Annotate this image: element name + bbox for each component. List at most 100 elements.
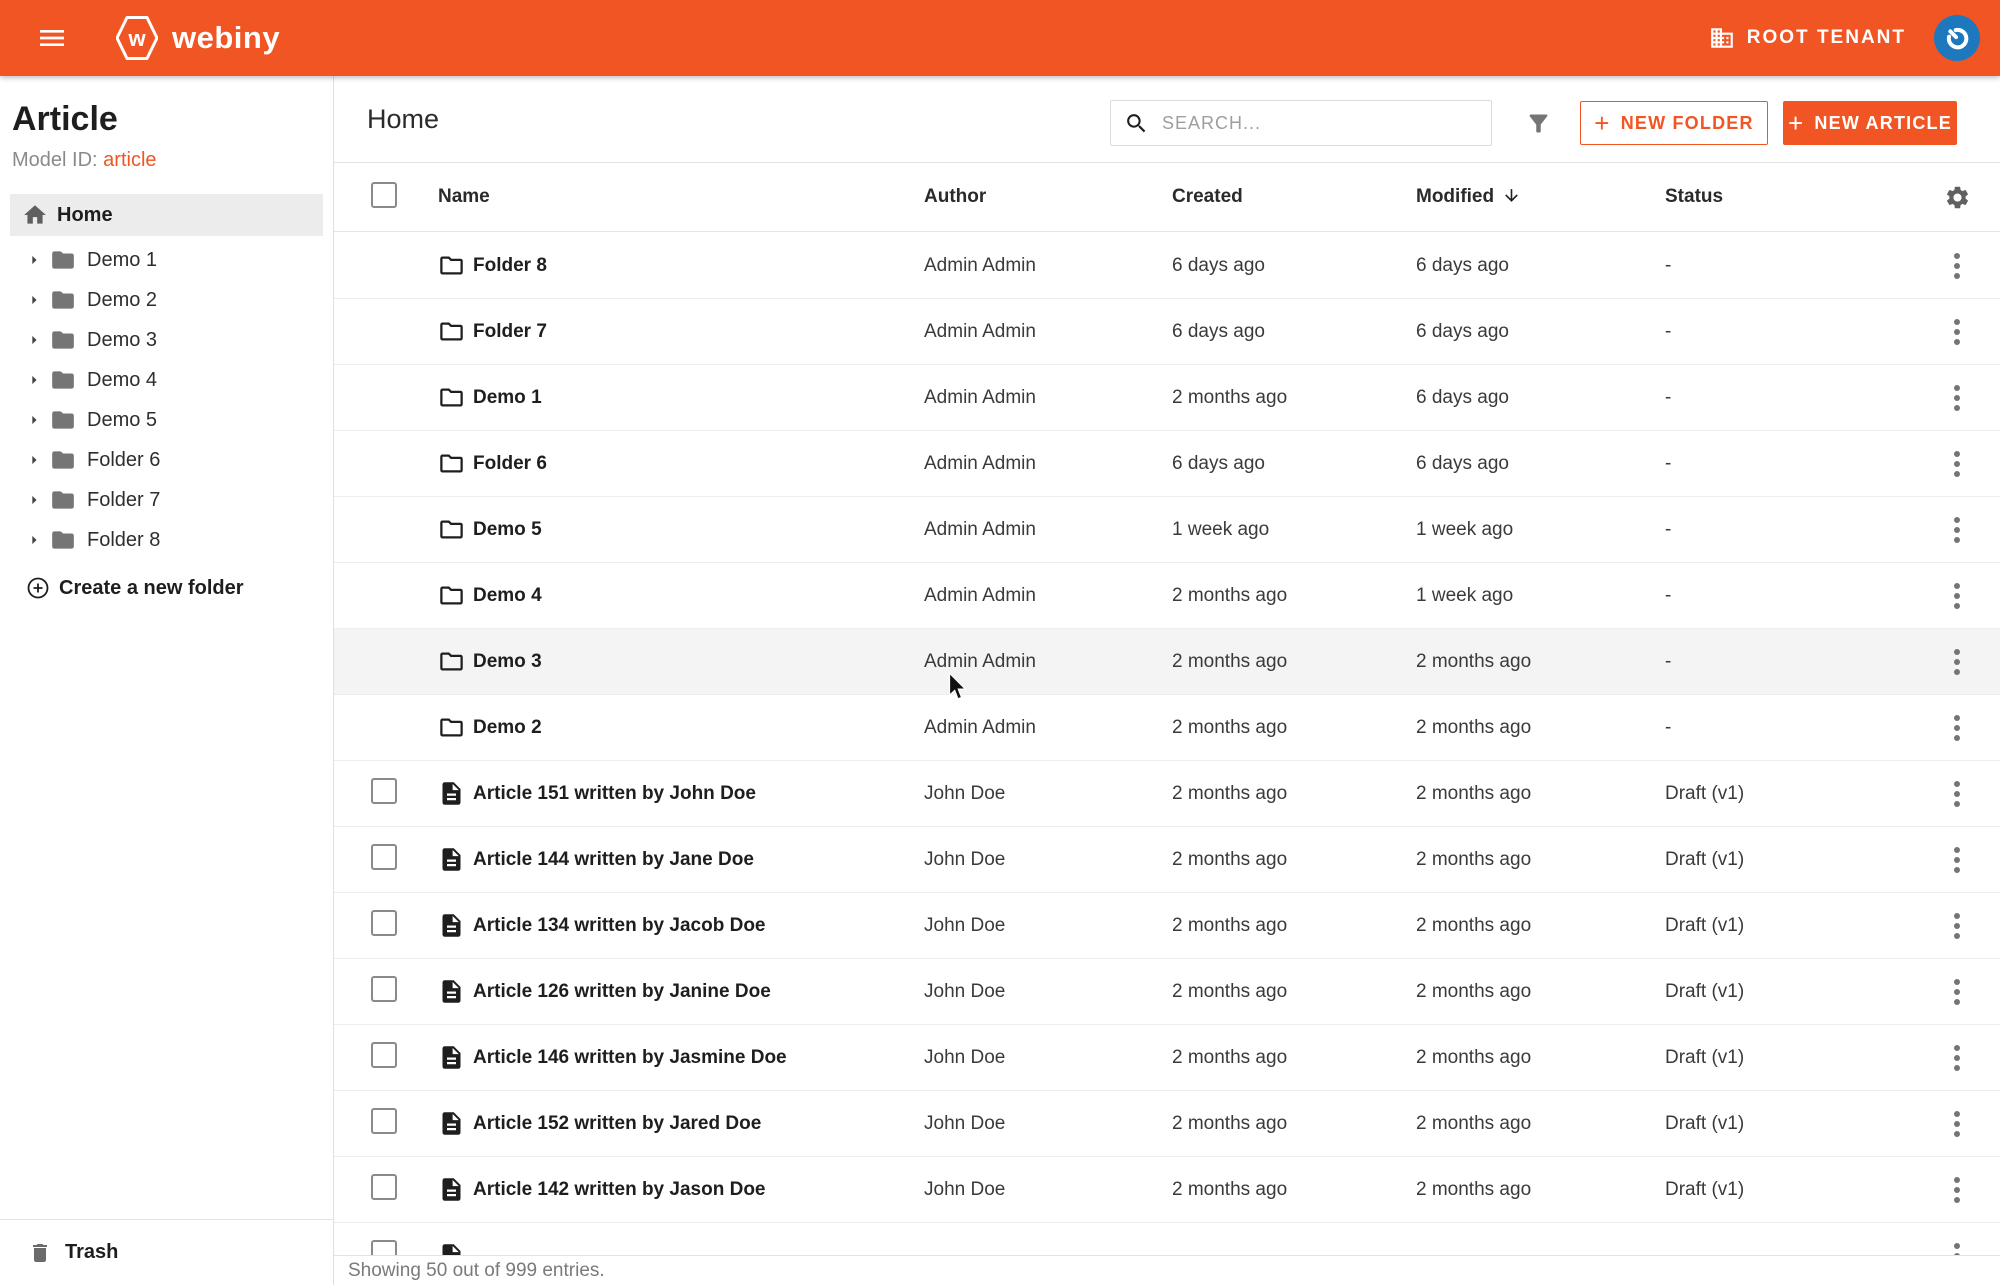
column-header-modified[interactable]: Modified bbox=[1416, 186, 1665, 208]
table-row[interactable]: Article 142 written by Jason Doe John Do… bbox=[334, 1157, 2000, 1223]
table-row[interactable]: Article 152 written by Jared Doe John Do… bbox=[334, 1091, 2000, 1157]
row-author: Admin Admin bbox=[924, 255, 1172, 277]
column-header-created[interactable]: Created bbox=[1172, 186, 1416, 208]
column-header-name[interactable]: Name bbox=[438, 186, 924, 208]
kebab-menu-icon[interactable] bbox=[1954, 649, 1960, 675]
webiny-logo[interactable]: w webiny bbox=[116, 15, 280, 61]
table-row[interactable]: Demo 3 Admin Admin 2 months ago 2 months… bbox=[334, 629, 2000, 695]
folder-outline-icon bbox=[438, 714, 473, 741]
sidebar-folder-item[interactable]: Demo 4 bbox=[0, 360, 333, 400]
table-row[interactable]: Folder 6 Admin Admin 6 days ago 6 days a… bbox=[334, 431, 2000, 497]
user-avatar[interactable] bbox=[1934, 15, 1980, 61]
row-name-link[interactable]: Article 146 written by Jasmine Doe bbox=[473, 1047, 924, 1069]
chevron-right-icon[interactable] bbox=[24, 410, 44, 430]
row-name-link[interactable]: Article 152 written by Jared Doe bbox=[473, 1113, 924, 1135]
row-name-link[interactable]: Folder 7 bbox=[473, 321, 924, 343]
kebab-menu-icon[interactable] bbox=[1954, 253, 1960, 279]
kebab-menu-icon[interactable] bbox=[1954, 979, 1960, 1005]
chevron-right-icon[interactable] bbox=[24, 490, 44, 510]
chevron-right-icon[interactable] bbox=[24, 250, 44, 270]
chevron-right-icon[interactable] bbox=[24, 450, 44, 470]
search-input[interactable] bbox=[1162, 113, 1462, 134]
table-row[interactable] bbox=[334, 1223, 2000, 1255]
chevron-right-icon[interactable] bbox=[24, 330, 44, 350]
kebab-menu-icon[interactable] bbox=[1954, 517, 1960, 543]
kebab-menu-icon[interactable] bbox=[1954, 583, 1960, 609]
row-modified: 2 months ago bbox=[1416, 981, 1665, 1003]
row-name-link[interactable]: Article 144 written by Jane Doe bbox=[473, 849, 924, 871]
trash-button[interactable]: Trash bbox=[0, 1219, 333, 1285]
tenant-selector[interactable]: ROOT TENANT bbox=[1709, 25, 1906, 51]
kebab-menu-icon[interactable] bbox=[1954, 1177, 1960, 1203]
row-checkbox[interactable] bbox=[371, 1108, 397, 1134]
row-checkbox[interactable] bbox=[371, 778, 397, 804]
create-folder-button[interactable]: Create a new folder bbox=[0, 568, 333, 608]
table-row[interactable]: Demo 1 Admin Admin 2 months ago 6 days a… bbox=[334, 365, 2000, 431]
filter-icon bbox=[1525, 110, 1552, 137]
table-row[interactable]: Article 126 written by Janine Doe John D… bbox=[334, 959, 2000, 1025]
row-checkbox[interactable] bbox=[371, 1240, 397, 1256]
table-row[interactable]: Demo 4 Admin Admin 2 months ago 1 week a… bbox=[334, 563, 2000, 629]
sidebar-folder-item[interactable]: Folder 8 bbox=[0, 520, 333, 560]
sidebar-folder-label: Folder 6 bbox=[87, 449, 160, 472]
kebab-menu-icon[interactable] bbox=[1954, 385, 1960, 411]
row-name-link[interactable]: Article 134 written by Jacob Doe bbox=[473, 915, 924, 937]
table-row[interactable]: Article 146 written by Jasmine Doe John … bbox=[334, 1025, 2000, 1091]
new-article-button[interactable]: + NEW ARTICLE bbox=[1783, 101, 1957, 145]
kebab-menu-icon[interactable] bbox=[1954, 1045, 1960, 1071]
table-row[interactable]: Demo 2 Admin Admin 2 months ago 2 months… bbox=[334, 695, 2000, 761]
select-all-checkbox[interactable] bbox=[371, 182, 397, 208]
trash-icon bbox=[28, 1240, 52, 1266]
kebab-menu-icon[interactable] bbox=[1954, 715, 1960, 741]
chevron-right-icon[interactable] bbox=[24, 530, 44, 550]
chevron-right-icon[interactable] bbox=[24, 370, 44, 390]
row-name-link[interactable]: Demo 2 bbox=[473, 717, 924, 739]
sidebar-folder-item[interactable]: Demo 5 bbox=[0, 400, 333, 440]
kebab-menu-icon[interactable] bbox=[1954, 781, 1960, 807]
folder-outline-icon bbox=[438, 582, 473, 609]
row-name-link[interactable]: Article 126 written by Janine Doe bbox=[473, 981, 924, 1003]
row-checkbox[interactable] bbox=[371, 976, 397, 1002]
table-row[interactable]: Demo 5 Admin Admin 1 week ago 1 week ago… bbox=[334, 497, 2000, 563]
sidebar-folder-label: Folder 8 bbox=[87, 529, 160, 552]
sidebar-folder-item[interactable]: Folder 7 bbox=[0, 480, 333, 520]
table-row[interactable]: Folder 7 Admin Admin 6 days ago 6 days a… bbox=[334, 299, 2000, 365]
table-row[interactable]: Folder 8 Admin Admin 6 days ago 6 days a… bbox=[334, 233, 2000, 299]
table-row[interactable]: Article 144 written by Jane Doe John Doe… bbox=[334, 827, 2000, 893]
row-name-link[interactable]: Demo 4 bbox=[473, 585, 924, 607]
kebab-menu-icon[interactable] bbox=[1954, 913, 1960, 939]
chevron-right-icon[interactable] bbox=[24, 290, 44, 310]
kebab-menu-icon[interactable] bbox=[1954, 1243, 1960, 1256]
column-header-author[interactable]: Author bbox=[924, 186, 1172, 208]
menu-icon[interactable] bbox=[30, 16, 74, 60]
kebab-menu-icon[interactable] bbox=[1954, 451, 1960, 477]
gear-icon[interactable] bbox=[1944, 184, 1971, 211]
model-id-link[interactable]: article bbox=[103, 149, 156, 171]
sidebar-folder-item[interactable]: Demo 2 bbox=[0, 280, 333, 320]
row-name-link[interactable]: Folder 6 bbox=[473, 453, 924, 475]
sidebar-folder-item[interactable]: Demo 3 bbox=[0, 320, 333, 360]
row-name-link[interactable]: Demo 3 bbox=[473, 651, 924, 673]
table-row[interactable]: Article 151 written by John Doe John Doe… bbox=[334, 761, 2000, 827]
search-box[interactable] bbox=[1110, 100, 1492, 146]
new-folder-button[interactable]: + NEW FOLDER bbox=[1580, 101, 1768, 145]
kebab-menu-icon[interactable] bbox=[1954, 319, 1960, 345]
row-modified: 6 days ago bbox=[1416, 453, 1665, 475]
column-header-status[interactable]: Status bbox=[1665, 186, 1937, 208]
row-checkbox[interactable] bbox=[371, 1174, 397, 1200]
row-name-link[interactable]: Article 142 written by Jason Doe bbox=[473, 1179, 924, 1201]
row-name-link[interactable]: Article 151 written by John Doe bbox=[473, 783, 924, 805]
row-name-link[interactable]: Demo 5 bbox=[473, 519, 924, 541]
filter-button[interactable] bbox=[1525, 110, 1552, 137]
row-checkbox[interactable] bbox=[371, 1042, 397, 1068]
sidebar-folder-item[interactable]: Folder 6 bbox=[0, 440, 333, 480]
kebab-menu-icon[interactable] bbox=[1954, 1111, 1960, 1137]
sidebar-folder-item[interactable]: Demo 1 bbox=[0, 240, 333, 280]
row-name-link[interactable]: Folder 8 bbox=[473, 255, 924, 277]
row-checkbox[interactable] bbox=[371, 844, 397, 870]
sidebar-item-home[interactable]: Home bbox=[10, 194, 323, 236]
row-name-link[interactable]: Demo 1 bbox=[473, 387, 924, 409]
table-row[interactable]: Article 134 written by Jacob Doe John Do… bbox=[334, 893, 2000, 959]
kebab-menu-icon[interactable] bbox=[1954, 847, 1960, 873]
row-checkbox[interactable] bbox=[371, 910, 397, 936]
